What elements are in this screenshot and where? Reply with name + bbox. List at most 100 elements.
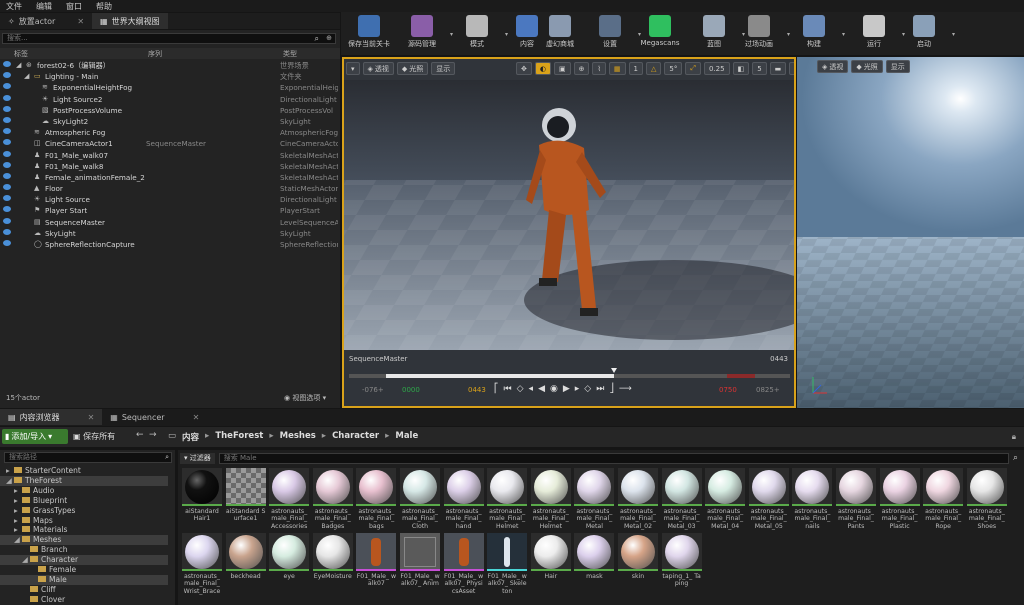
asset-tile[interactable]: astronauts_ male_Final_ hand <box>443 468 484 532</box>
skip-end-icon[interactable]: ⏭ <box>596 384 604 394</box>
folder-item[interactable]: Male <box>0 574 168 585</box>
rotation-snap-value[interactable]: 5° <box>664 62 683 75</box>
expand-arrow-icon[interactable]: ◢ <box>6 476 14 485</box>
surface-snap-icon[interactable]: ⌇ <box>592 62 606 75</box>
visibility-eye-icon[interactable] <box>3 195 11 202</box>
visibility-eye-icon[interactable] <box>3 240 11 246</box>
asset-tile[interactable]: aiStandard Surface1 <box>225 468 266 532</box>
perspective-button[interactable]: ◈ 透视 <box>362 62 394 75</box>
outliner-search-input[interactable]: 搜索... ⌕ ⊕ <box>2 33 336 44</box>
outliner-row[interactable]: ☀ Light Source DirectionalLight <box>0 194 340 205</box>
visibility-eye-icon[interactable] <box>3 83 11 90</box>
playhead[interactable] <box>610 368 617 373</box>
layout-icon[interactable]: ⊟▾ <box>789 62 794 75</box>
asset-tile[interactable]: F01_Male_ walk07_ Anim <box>400 533 440 597</box>
folder-item[interactable]: ▸ Audio <box>0 486 168 496</box>
asset-tile[interactable]: Hair <box>530 533 571 597</box>
prev-key-icon[interactable]: ◇ <box>517 384 524 394</box>
save-all-button[interactable]: ▣ 保存所有 <box>73 431 115 442</box>
show-button[interactable]: 显示 <box>431 62 456 75</box>
step-forward-icon[interactable]: ▸ <box>575 384 580 394</box>
asset-tile[interactable]: astronauts_ male_Final_ Shoes <box>966 468 1007 532</box>
expand-arrow-icon[interactable]: ▸ <box>14 496 22 505</box>
forward-icon[interactable]: → <box>149 430 157 440</box>
launch-button[interactable]: 启动 ▾ <box>901 15 955 53</box>
asset-tile[interactable]: astronauts_ male_Final_ Metal_05 <box>748 468 789 532</box>
visibility-eye-icon[interactable] <box>3 172 11 179</box>
expand-arrow-icon[interactable] <box>24 218 32 226</box>
breadcrumb-theforest[interactable]: TheForest <box>215 431 263 443</box>
scale-icon[interactable]: ▣ <box>553 62 571 75</box>
tab-world-outliner[interactable]: ▦ 世界大纲视图 <box>92 13 168 29</box>
expand-arrow-icon[interactable] <box>24 162 32 170</box>
visibility-eye-icon[interactable] <box>3 161 11 168</box>
column-sequence[interactable]: 序列 <box>148 49 162 59</box>
source-control-button[interactable]: 源码管理 ▾ <box>399 15 453 53</box>
asset-tile[interactable]: astronauts_ male_Final_ Metal_04 <box>705 468 746 532</box>
asset-tile[interactable]: astronauts_ male_Final_ Metal <box>574 468 615 532</box>
record-icon[interactable]: ◉ <box>550 384 558 394</box>
loop-icon[interactable]: ⟶ <box>619 384 632 394</box>
close-icon[interactable]: ✕ <box>77 17 84 26</box>
megascans-button[interactable]: Megascans <box>637 15 683 53</box>
folder-item[interactable]: Clover <box>0 595 168 605</box>
cinematics-button[interactable]: 过场动画 ▾ <box>736 15 790 53</box>
modes-button[interactable]: 模式 ▾ <box>454 15 508 53</box>
expand-arrow-icon[interactable]: ◢ <box>22 555 30 564</box>
tab-content-browser[interactable]: ▤ 内容浏览器 ✕ <box>0 409 103 425</box>
menu-edit[interactable]: 编辑 <box>36 1 52 12</box>
folder-item[interactable]: ◢ Meshes <box>0 535 168 546</box>
asset-tile[interactable]: F01_Male_ walk07_ Skeleton <box>487 533 528 597</box>
asset-tile[interactable]: astronauts_ male_Final_ Helmet <box>487 468 528 532</box>
asset-tile[interactable]: taping_1_ Taping <box>661 533 702 597</box>
breadcrumb-meshes[interactable]: Meshes <box>280 431 316 443</box>
show-button[interactable]: 显示 <box>885 60 910 73</box>
asset-search-input[interactable]: 搜索 Male <box>218 452 1009 464</box>
expand-arrow-icon[interactable] <box>24 240 32 248</box>
expand-arrow-icon[interactable] <box>24 195 32 203</box>
breadcrumb-content[interactable]: 内容 <box>182 431 199 443</box>
set-start-icon[interactable]: ⎡ <box>494 384 499 394</box>
folder-item[interactable]: ▸ Maps <box>0 516 168 526</box>
asset-tile[interactable]: mask <box>574 533 615 597</box>
build-button[interactable]: 构建 ▾ <box>791 15 845 53</box>
camera-speed-icon[interactable]: ◧ <box>732 62 750 75</box>
close-icon[interactable]: ✕ <box>193 413 200 422</box>
column-label[interactable]: 标签 <box>14 49 28 59</box>
folder-item[interactable]: ▸ GrassTypes <box>0 506 168 516</box>
asset-tile[interactable]: F01_Male_ walk07 <box>356 533 397 597</box>
asset-tile[interactable]: beckhead <box>225 533 266 597</box>
asset-tile[interactable]: EyeMoisture <box>312 533 353 597</box>
expand-arrow-icon[interactable]: ▸ <box>14 525 22 534</box>
visibility-eye-icon[interactable] <box>3 228 11 235</box>
breadcrumb-character[interactable]: Character <box>332 431 379 443</box>
visibility-eye-icon[interactable] <box>3 105 11 112</box>
visibility-eye-icon[interactable] <box>3 150 11 157</box>
visibility-eye-icon[interactable] <box>3 94 11 101</box>
menu-help[interactable]: 帮助 <box>96 1 112 12</box>
main-viewport[interactable]: ▾ ◈ 透视 ◆ 光照 显示 ✥ ◐ ▣ ⊕ ⌇ ▦ 1 △ 5° ⤢ 0.25 ◧… <box>342 57 796 408</box>
folder-search-input[interactable]: 搜索路径 ⌕ <box>4 452 172 463</box>
lit-button[interactable]: ◆ 光照 <box>396 62 429 75</box>
folder-item[interactable]: Branch <box>0 545 168 555</box>
asset-tile[interactable]: eye <box>269 533 310 597</box>
expand-arrow-icon[interactable]: ▸ <box>14 506 22 515</box>
breadcrumb-male[interactable]: Male <box>395 431 418 443</box>
asset-tile[interactable]: astronauts_ male_Final_ Badges <box>312 468 353 532</box>
asset-tile[interactable]: astronauts_ male_Final_ Metal_03 <box>661 468 702 532</box>
outliner-row[interactable]: ☁ SkyLight2 SkyLight <box>0 116 340 127</box>
outliner-row[interactable]: ▲ Floor StaticMeshActor <box>0 183 340 194</box>
folder-item[interactable]: Female <box>0 565 168 575</box>
save-button[interactable]: 保存当前关卡 <box>346 15 392 53</box>
settings-button[interactable]: 设置 ▾ <box>587 15 641 53</box>
asset-tile[interactable]: astronauts_ male_Final_ Accessories <box>269 468 310 532</box>
asset-tile[interactable]: astronauts_ male_Final_ Helmet <box>530 468 571 532</box>
outliner-row[interactable]: ◢ ▭ Lighting - Main 文件夹 <box>0 71 340 82</box>
expand-arrow-icon[interactable]: ▸ <box>6 466 14 475</box>
tab-place-actors[interactable]: ✧ 放置actor ✕ <box>0 13 92 29</box>
outliner-row[interactable]: ◯ SphereReflectionCapture SphereReflection <box>0 239 340 250</box>
visibility-eye-icon[interactable] <box>3 184 11 191</box>
view-options-button[interactable]: ◉ 视图选项 ▾ <box>284 393 326 403</box>
asset-tile[interactable]: astronauts_ male_Final_ Pants <box>836 468 876 532</box>
asset-tile[interactable]: astronauts_ male_Final_ nails <box>792 468 833 532</box>
